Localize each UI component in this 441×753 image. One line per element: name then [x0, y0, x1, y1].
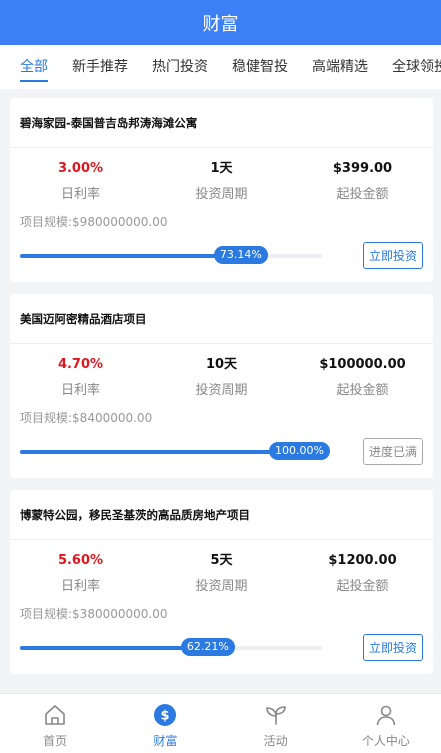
rate-value: 3.00%	[57, 161, 104, 176]
project-title: 美国迈阿密精品酒店项目	[10, 294, 433, 344]
project-scale: 项目规模:$980000000.00	[20, 215, 168, 229]
progress-badge: 73.14%	[213, 246, 268, 264]
tab-steady[interactable]: 稳健智投	[232, 45, 288, 89]
stat-period: 1天 投资周期	[151, 158, 292, 210]
progress-badge: 62.21%	[180, 638, 235, 656]
category-tabs: 全部 新手推荐 热门投资 稳健智投 高端精选 全球领投	[0, 45, 441, 89]
min-label: 起投金额	[336, 187, 389, 202]
period-value: 5天	[210, 553, 233, 568]
min-label: 起投金额	[336, 579, 389, 594]
min-label: 起投金额	[336, 383, 389, 398]
rate-label: 日利率	[60, 579, 100, 594]
tabbar-label: 财富	[153, 734, 178, 748]
app-header: 财富	[0, 0, 441, 45]
min-value: $100000.00	[319, 357, 406, 372]
progress-badge: 100.00%	[269, 442, 330, 460]
rate-label: 日利率	[60, 383, 100, 398]
progress-full-button[interactable]: 进度已满	[363, 438, 423, 465]
bottom-tabbar: 首页 $ 财富 活动 个人中心	[0, 693, 441, 753]
invest-button[interactable]: 立即投资	[363, 634, 423, 661]
tabbar-activity[interactable]: 活动	[221, 694, 331, 753]
stat-period: 5天 投资周期	[151, 550, 292, 602]
project-title: 碧海家园-泰国普吉岛邦涛海滩公寓	[10, 98, 433, 148]
project-stats: 5.60% 日利率 5天 投资周期 $1200.00 起投金额	[10, 540, 433, 602]
progress-track: 100.00%	[20, 442, 330, 460]
tab-premium[interactable]: 高端精选	[312, 45, 368, 89]
invest-button[interactable]: 立即投资	[363, 242, 423, 269]
tab-hot[interactable]: 热门投资	[152, 45, 208, 89]
project-scale: 项目规模:$8400000.00	[20, 411, 153, 425]
wealth-icon: $	[152, 702, 178, 728]
tabbar-home[interactable]: 首页	[0, 694, 110, 753]
tab-newbie[interactable]: 新手推荐	[72, 45, 128, 89]
rate-label: 日利率	[60, 187, 100, 202]
stat-min: $1200.00 起投金额	[292, 550, 433, 602]
tabbar-label: 活动	[263, 734, 288, 748]
tabbar-wealth[interactable]: $ 财富	[110, 694, 220, 753]
home-icon	[42, 702, 68, 728]
page-title: 财富	[202, 13, 239, 35]
project-scale: 项目规模:$380000000.00	[20, 607, 168, 621]
tabbar-label: 首页	[43, 734, 68, 748]
rate-value: 4.70%	[57, 357, 104, 372]
progress-track: 73.14%	[20, 246, 322, 264]
rate-value: 5.60%	[57, 553, 104, 568]
project-title: 博蒙特公园，移民圣基茨的高品质房地产项目	[10, 490, 433, 540]
progress-row: 73.14% 立即投资	[10, 234, 433, 282]
period-value: 10天	[205, 357, 238, 372]
tabbar-label: 个人中心	[361, 734, 410, 748]
min-value: $1200.00	[328, 553, 397, 568]
tab-global[interactable]: 全球领投	[392, 45, 441, 89]
stat-rate: 3.00% 日利率	[10, 158, 151, 210]
tab-all[interactable]: 全部	[20, 45, 48, 89]
stat-min: $399.00 起投金额	[292, 158, 433, 210]
period-label: 投资周期	[195, 383, 248, 398]
project-stats: 3.00% 日利率 1天 投资周期 $399.00 起投金额	[10, 148, 433, 210]
progress-fill	[20, 646, 208, 650]
stat-rate: 4.70% 日利率	[10, 354, 151, 406]
tabbar-profile[interactable]: 个人中心	[331, 694, 441, 753]
stat-min: $100000.00 起投金额	[292, 354, 433, 406]
sprout-icon	[263, 702, 289, 728]
stat-period: 10天 投资周期	[151, 354, 292, 406]
project-card[interactable]: 碧海家园-泰国普吉岛邦涛海滩公寓 3.00% 日利率 1天 投资周期 $399.…	[10, 98, 433, 282]
period-label: 投资周期	[195, 187, 248, 202]
project-card[interactable]: 美国迈阿密精品酒店项目 4.70% 日利率 10天 投资周期 $100000.0…	[10, 294, 433, 478]
project-card[interactable]: 博蒙特公园，移民圣基茨的高品质房地产项目 5.60% 日利率 5天 投资周期 $…	[10, 490, 433, 674]
progress-row: 100.00% 进度已满	[10, 430, 433, 478]
project-stats: 4.70% 日利率 10天 投资周期 $100000.00 起投金额	[10, 344, 433, 406]
period-label: 投资周期	[195, 579, 248, 594]
progress-fill	[20, 254, 241, 258]
min-value: $399.00	[332, 161, 393, 176]
stat-rate: 5.60% 日利率	[10, 550, 151, 602]
progress-track: 62.21%	[20, 638, 322, 656]
user-icon	[373, 702, 399, 728]
svg-text:$: $	[161, 709, 170, 724]
period-value: 1天	[210, 161, 233, 176]
progress-row: 62.21% 立即投资	[10, 626, 433, 674]
